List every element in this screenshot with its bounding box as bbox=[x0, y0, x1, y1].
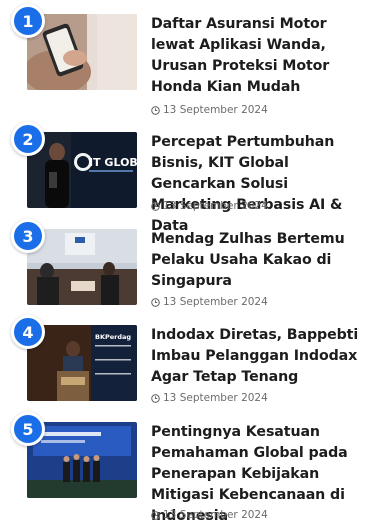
date-text: 13 September 2024 bbox=[163, 509, 268, 521]
popular-articles-list: 1 Daftar Asuransi Motor lewat Aplikasi W… bbox=[0, 0, 372, 524]
article-date: 13 September 2024 bbox=[151, 296, 268, 308]
rank-badge: 3 bbox=[11, 219, 45, 253]
article-date: 13 September 2024 bbox=[151, 392, 268, 404]
article-date: 13 September 2024 bbox=[151, 509, 268, 521]
rank-badge: 1 bbox=[11, 4, 45, 38]
article-title[interactable]: Percepat Pertumbuhan Bisnis, KIT Global … bbox=[151, 132, 369, 237]
rank-badge: 2 bbox=[11, 122, 45, 156]
date-text: 13 September 2024 bbox=[163, 200, 268, 212]
article-date: 13 September 2024 bbox=[151, 104, 268, 116]
article-title[interactable]: Indodax Diretas, Bappebti Imbau Pelangga… bbox=[151, 325, 369, 388]
date-text: 13 September 2024 bbox=[163, 296, 268, 308]
article-date: 13 September 2024 bbox=[151, 200, 268, 212]
date-text: 13 September 2024 bbox=[163, 392, 268, 404]
article-title[interactable]: Mendag Zulhas Bertemu Pelaku Usaha Kakao… bbox=[151, 229, 369, 292]
date-text: 13 September 2024 bbox=[163, 104, 268, 116]
thumb-logo-text: BKPerdag bbox=[95, 333, 131, 341]
clock-icon bbox=[151, 393, 160, 403]
clock-icon bbox=[151, 201, 160, 211]
rank-badge: 4 bbox=[11, 315, 45, 349]
thumb-logo-text: IT GLOBAL bbox=[89, 156, 137, 169]
clock-icon bbox=[151, 510, 160, 520]
clock-icon bbox=[151, 297, 160, 307]
article-title[interactable]: Daftar Asuransi Motor lewat Aplikasi Wan… bbox=[151, 14, 369, 98]
rank-badge: 5 bbox=[11, 412, 45, 446]
clock-icon bbox=[151, 105, 160, 115]
